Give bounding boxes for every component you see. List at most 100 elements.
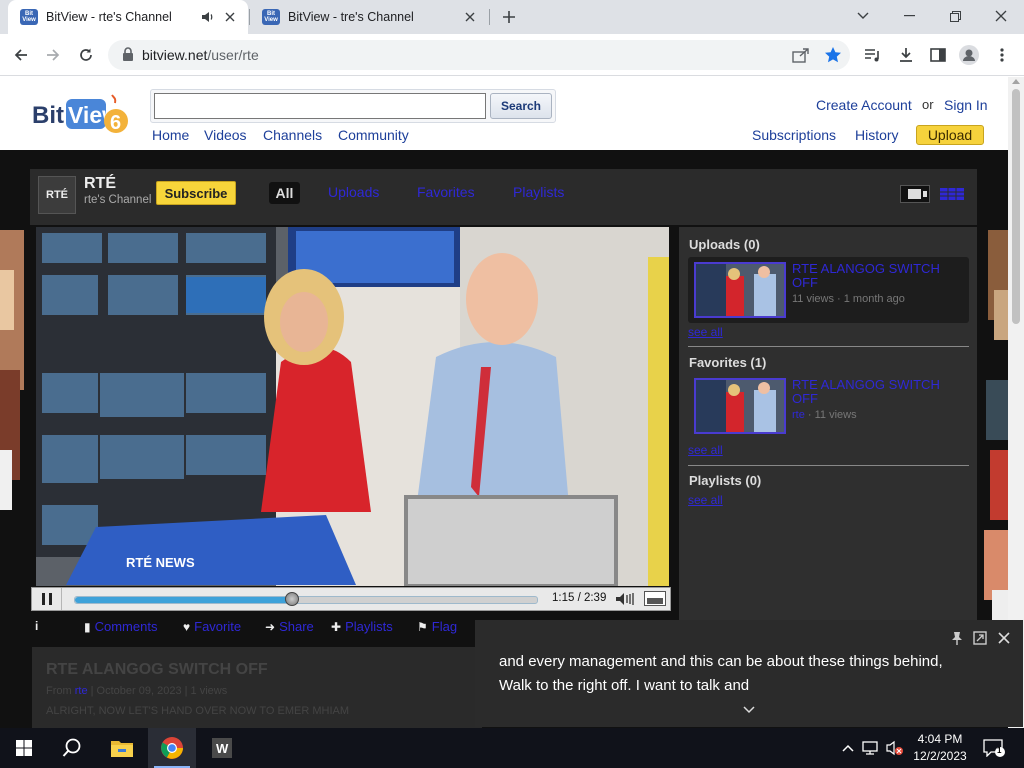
nav-home-link[interactable]: Home xyxy=(152,127,189,143)
tab-uploads[interactable]: Uploads xyxy=(328,184,379,200)
grid-view-icon[interactable] xyxy=(940,185,964,203)
file-explorer-icon[interactable] xyxy=(98,728,146,768)
tab-title: BitView - tre's Channel xyxy=(288,10,414,24)
chrome-taskbar-icon[interactable] xyxy=(148,728,196,768)
svg-text:6: 6 xyxy=(110,112,121,134)
word-app-icon[interactable]: W xyxy=(198,728,246,768)
profile-avatar-icon[interactable] xyxy=(958,44,980,66)
nav-videos-link[interactable]: Videos xyxy=(204,127,247,143)
minimize-icon[interactable] xyxy=(886,0,932,32)
forward-arrow-icon[interactable] xyxy=(40,42,66,68)
seek-handle[interactable] xyxy=(285,592,300,606)
bitview-favicon-icon: Bit View xyxy=(262,9,280,25)
network-icon[interactable] xyxy=(861,738,881,758)
video-title: RTE ALANGOG SWITCH OFF xyxy=(46,661,268,678)
bitview-favicon-icon: Bit View xyxy=(20,9,38,25)
browser-tab-active[interactable]: Bit View BitView - rte's Channel xyxy=(8,0,248,34)
sign-in-link[interactable]: Sign In xyxy=(944,97,988,113)
new-tab-icon[interactable] xyxy=(498,6,520,28)
tab-playlists[interactable]: Playlists xyxy=(513,184,564,200)
tab-all[interactable]: All xyxy=(269,182,300,204)
favorite-action[interactable]: ♥ Favorite xyxy=(183,619,241,634)
video-frame[interactable]: RTÉ NEWS xyxy=(36,227,669,586)
tab-audio-icon[interactable] xyxy=(200,9,216,25)
info-icon[interactable]: i xyxy=(35,619,42,633)
back-arrow-icon[interactable] xyxy=(8,42,34,68)
tab-search-chevron-icon[interactable] xyxy=(840,0,886,32)
sidebar-divider xyxy=(688,346,969,347)
seek-bar[interactable] xyxy=(74,592,538,606)
search-button[interactable]: Search xyxy=(490,93,552,119)
expand-icon[interactable] xyxy=(972,630,988,646)
playback-time: 1:15 / 2:39 xyxy=(552,592,607,604)
favorites-video-item[interactable]: RTE ALANGOG SWITCH OFF rte · 11 views xyxy=(688,373,969,439)
bitview-logo[interactable]: Bit View 6 xyxy=(32,91,132,137)
lock-icon[interactable] xyxy=(122,46,134,64)
playlists-see-all-link[interactable]: see all xyxy=(688,493,723,507)
video-description: ALRIGHT, NOW LET'S HAND OVER NOW TO EMER… xyxy=(46,705,349,717)
more-menu-icon[interactable] xyxy=(991,44,1013,66)
history-link[interactable]: History xyxy=(855,127,899,143)
uploads-video-item[interactable]: RTE ALANGOG SWITCH OFF 11 views · 1 mont… xyxy=(688,257,969,323)
browser-tabstrip: Bit View BitView - rte's Channel Bit Vie… xyxy=(0,0,1024,34)
browser-toolbar: bitview.net/user/rte xyxy=(0,34,1024,76)
playlists-heading: Playlists (0) xyxy=(689,473,762,488)
tray-chevron-up-icon[interactable] xyxy=(838,738,858,758)
video-title-link[interactable]: RTE ALANGOG SWITCH OFF xyxy=(792,262,962,290)
side-panel-icon[interactable] xyxy=(927,44,949,66)
scroll-up-icon[interactable] xyxy=(1012,79,1020,84)
share-icon[interactable] xyxy=(790,44,812,66)
channel-subtitle: rte's Channel xyxy=(84,194,152,206)
playlists-action[interactable]: ✚ Playlists xyxy=(331,619,393,634)
subscriptions-link[interactable]: Subscriptions xyxy=(752,127,836,143)
volume-muted-icon[interactable] xyxy=(885,738,905,758)
uploads-see-all-link[interactable]: see all xyxy=(688,325,723,339)
volume-icon[interactable] xyxy=(615,592,637,606)
scrollbar-thumb[interactable] xyxy=(1012,89,1020,324)
create-account-link[interactable]: Create Account xyxy=(816,97,912,113)
tab-title: BitView - rte's Channel xyxy=(46,10,172,24)
live-caption-panel: and every management and this can be abo… xyxy=(475,620,1023,727)
restore-icon[interactable] xyxy=(932,0,978,32)
pin-icon[interactable] xyxy=(949,630,965,646)
tab-close-icon[interactable] xyxy=(222,9,238,25)
nav-community-link[interactable]: Community xyxy=(338,127,409,143)
reload-icon[interactable] xyxy=(73,42,99,68)
pause-button[interactable] xyxy=(32,588,62,610)
close-window-icon[interactable] xyxy=(978,0,1024,32)
subscribe-button[interactable]: Subscribe xyxy=(156,181,236,205)
comments-action[interactable]: ▮ Comments xyxy=(84,619,157,634)
uploader-link[interactable]: rte xyxy=(792,409,805,421)
nav-channels-link[interactable]: Channels xyxy=(263,127,322,143)
bookmark-star-icon[interactable] xyxy=(822,44,844,66)
svg-text:RTÉ NEWS: RTÉ NEWS xyxy=(126,555,195,570)
caption-expand-chevron-icon[interactable] xyxy=(741,702,757,718)
tab-favorites[interactable]: Favorites xyxy=(417,184,475,200)
video-thumbnail[interactable] xyxy=(694,262,786,318)
caption-close-icon[interactable] xyxy=(996,630,1012,646)
flag-action[interactable]: ⚑ Flag xyxy=(417,619,457,634)
search-icon[interactable] xyxy=(48,728,96,768)
sidebar-divider xyxy=(688,465,969,466)
player-view-icon[interactable] xyxy=(900,185,930,203)
favorites-see-all-link[interactable]: see all xyxy=(688,443,723,457)
fullscreen-icon[interactable] xyxy=(644,591,666,606)
video-thumbnail[interactable] xyxy=(694,378,786,434)
download-icon[interactable] xyxy=(895,44,917,66)
media-controls-icon[interactable] xyxy=(862,44,884,66)
share-action[interactable]: ➜ Share xyxy=(265,619,314,634)
tab-close-icon[interactable] xyxy=(462,9,478,25)
uploader-link[interactable]: rte xyxy=(75,685,88,697)
channel-avatar[interactable]: RTÉ xyxy=(38,176,76,214)
taskbar-clock[interactable]: 4:04 PM 12/2/2023 xyxy=(912,731,968,765)
search-input[interactable] xyxy=(154,93,486,119)
seek-progress xyxy=(75,597,293,603)
upload-button[interactable]: Upload xyxy=(916,125,984,145)
address-bar[interactable]: bitview.net/user/rte xyxy=(108,40,850,70)
caption-line-1: and every management and this can be abo… xyxy=(499,653,943,670)
notification-icon[interactable]: 1 xyxy=(982,738,1006,758)
start-windows-icon[interactable] xyxy=(0,728,48,768)
browser-tab-inactive[interactable]: Bit View BitView - tre's Channel xyxy=(250,0,488,34)
video-meta: 11 views · 1 month ago xyxy=(792,293,905,305)
video-title-link[interactable]: RTE ALANGOG SWITCH OFF xyxy=(792,378,962,406)
